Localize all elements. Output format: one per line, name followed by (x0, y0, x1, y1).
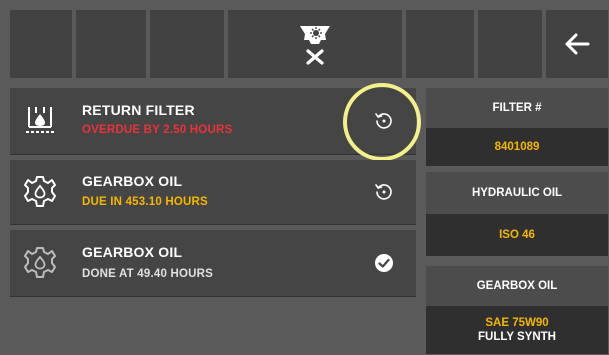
toolbar-button-3[interactable] (150, 10, 226, 78)
gearbox-oil-panel: GEARBOX OIL SAE 75W90 FULLY SYNTH (426, 266, 608, 354)
filter-number-value: 8401089 (426, 128, 608, 166)
gearbox-oil-value-line2: FULLY SYNTH (478, 331, 556, 343)
hydraulic-oil-panel: HYDRAULIC OIL ISO 46 (426, 172, 608, 256)
toolbar-button-2[interactable] (76, 10, 148, 78)
gear-icon (22, 174, 58, 210)
service-item-status: DONE AT 49.40 HOURS (82, 268, 213, 280)
filter-number-panel: FILTER # 8401089 (426, 88, 608, 166)
service-item-status: DUE IN 453.10 HOURS (82, 196, 208, 208)
top-toolbar (10, 10, 608, 78)
hydraulic-oil-label: HYDRAULIC OIL (426, 172, 608, 214)
reset-button[interactable] (372, 180, 396, 204)
hydraulic-oil-value: ISO 46 (426, 214, 608, 256)
toolbar-button-6[interactable] (478, 10, 544, 78)
service-item-title: GEARBOX OIL (82, 173, 183, 189)
done-indicator (372, 251, 396, 275)
service-item-title: GEARBOX OIL (82, 244, 183, 260)
check-icon (375, 254, 393, 272)
service-item-status: OVERDUE BY 2.50 HOURS (82, 124, 233, 136)
highlight-circle (343, 83, 421, 161)
service-item-title: RETURN FILTER (82, 102, 195, 118)
filter-number-label: FILTER # (426, 88, 608, 128)
filter-icon (22, 103, 58, 139)
reset-icon (375, 184, 392, 200)
arrow-left-icon (565, 33, 590, 55)
maintenance-button[interactable] (228, 10, 404, 78)
back-button[interactable] (546, 10, 608, 78)
service-item-gearbox-oil-done[interactable]: GEARBOX OIL DONE AT 49.40 HOURS (10, 230, 416, 296)
maintenance-filter-icon (300, 26, 330, 65)
gear-icon (22, 245, 58, 281)
service-item-gearbox-oil-due[interactable]: GEARBOX OIL DUE IN 453.10 HOURS (10, 160, 416, 224)
gearbox-oil-value-line1: SAE 75W90 (485, 317, 549, 329)
gearbox-oil-label: GEARBOX OIL (426, 266, 608, 306)
gearbox-oil-value: SAE 75W90 FULLY SYNTH (426, 306, 608, 354)
toolbar-button-5[interactable] (406, 10, 476, 78)
toolbar-button-1[interactable] (10, 10, 74, 78)
